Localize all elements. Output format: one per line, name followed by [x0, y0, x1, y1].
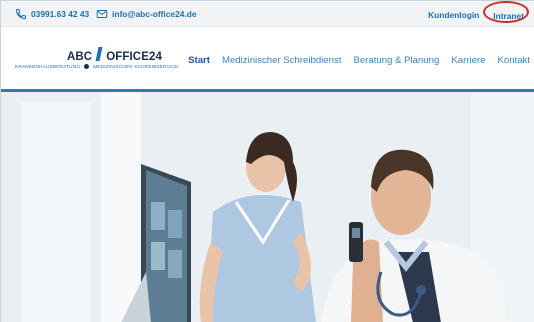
logo-dot — [84, 64, 90, 69]
logo-tagline-left: KRANKENHAUSBERATUNG — [15, 64, 81, 69]
site-logo[interactable]: ABC OFFICE24 KRANKENHAUSBERATUNG MEDIZIN… — [15, 47, 190, 75]
logo-wordmark: ABC OFFICE24 — [67, 47, 162, 63]
highlight-circle — [483, 1, 530, 23]
nav-item-start[interactable]: Start — [188, 55, 210, 66]
nav-item-kontakt[interactable]: Kontakt — [497, 55, 530, 66]
nav-item-karriere[interactable]: Karriere — [451, 55, 485, 66]
logo-slash-icon — [94, 47, 104, 63]
hero-image — [1, 92, 534, 322]
email-link[interactable]: info@abc-office24.de — [96, 7, 197, 21]
logo-tagline: KRANKENHAUSBERATUNG MEDIZINISCHER SCHREI… — [15, 64, 178, 69]
nav-item-medizinischer-schreibdienst[interactable]: Medizinischer Schreibdienst — [222, 55, 341, 66]
phone-icon — [15, 9, 26, 20]
top-contact-bar: 03991.63 42 43 info@abc-office24.de Kund… — [1, 1, 534, 27]
phone-number: 03991.63 42 43 — [31, 9, 90, 19]
intranet-link-wrapper: Intranet — [483, 1, 530, 24]
logo-tagline-right: MEDIZINISCHER SCHREIBSERVICE — [93, 64, 179, 69]
email-address: info@abc-office24.de — [112, 9, 197, 19]
mail-icon — [96, 10, 108, 18]
site-header: ABC OFFICE24 KRANKENHAUSBERATUNG MEDIZIN… — [1, 27, 534, 92]
browser-page: 03991.63 42 43 info@abc-office24.de Kund… — [0, 0, 534, 322]
main-navigation: Start Medizinischer Schreibdienst Beratu… — [176, 55, 530, 66]
logo-office24: OFFICE24 — [106, 51, 162, 63]
nav-item-beratung-planung[interactable]: Beratung & Planung — [353, 55, 439, 66]
phone-link[interactable]: 03991.63 42 43 — [15, 7, 89, 21]
logo-abc: ABC — [67, 51, 93, 63]
hero-photo-illustration — [1, 92, 534, 322]
kundenlogin-link[interactable]: Kundenlogin — [425, 8, 482, 22]
